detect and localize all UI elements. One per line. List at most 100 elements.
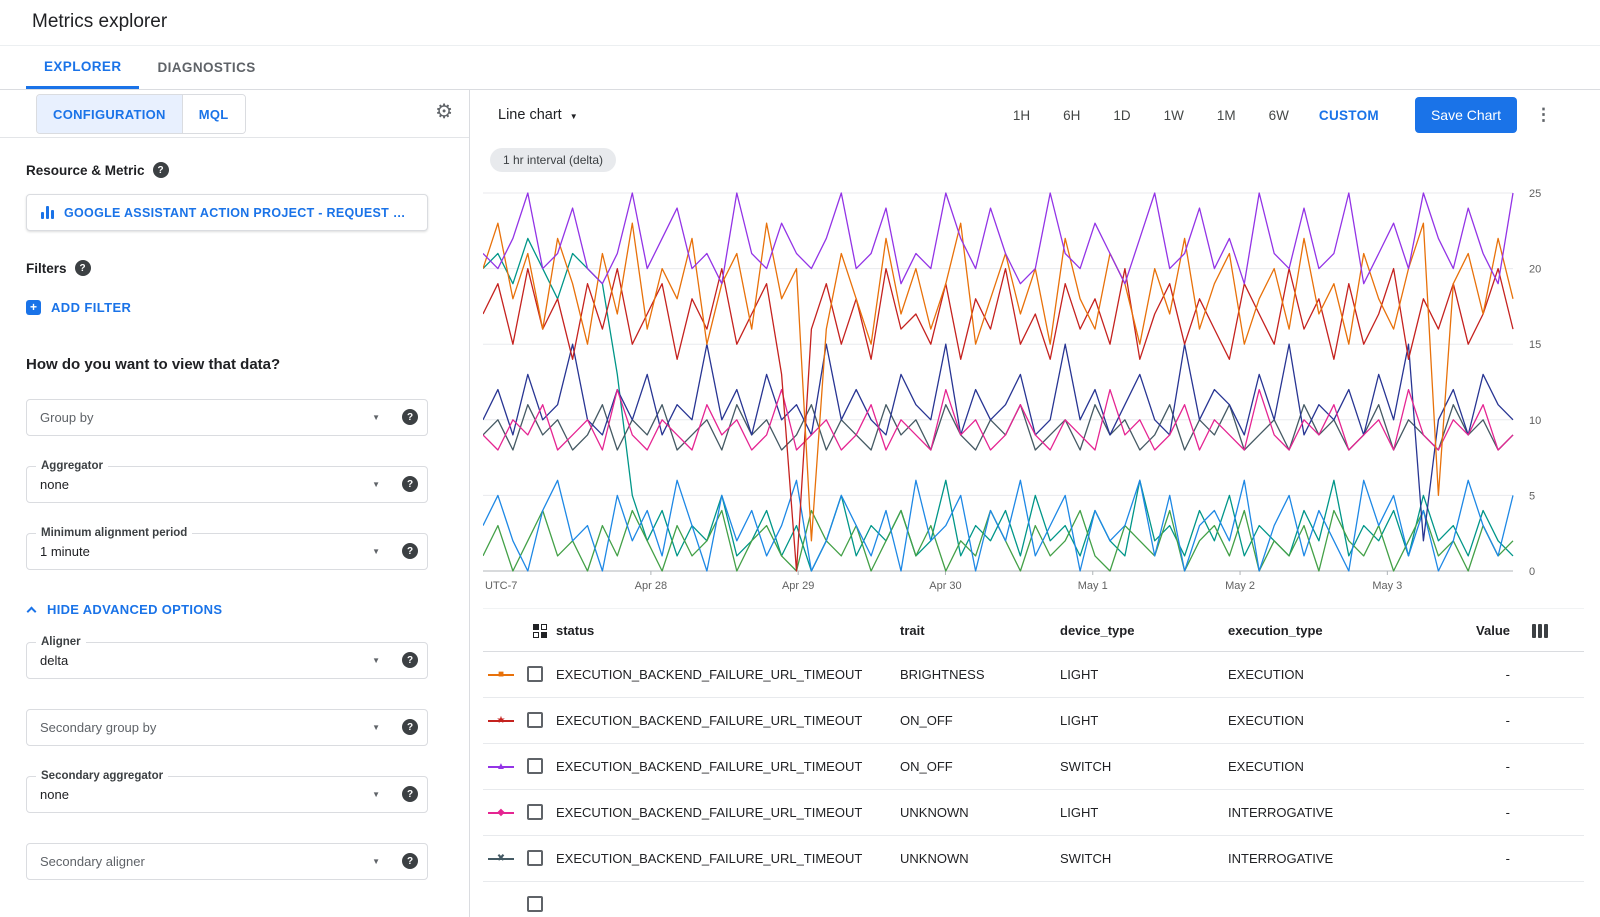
- svg-text:May 2: May 2: [1225, 580, 1255, 592]
- dropdown-arrow-icon: ▼: [372, 480, 380, 489]
- cell-value: -: [1506, 805, 1510, 820]
- row-checkbox[interactable]: [527, 850, 543, 866]
- custom-range-button[interactable]: CUSTOM: [1319, 108, 1379, 123]
- svg-text:20: 20: [1529, 264, 1541, 276]
- svg-text:UTC-7: UTC-7: [485, 580, 517, 592]
- bar-chart-icon: [41, 206, 54, 219]
- time-range-1h[interactable]: 1H: [1013, 108, 1030, 123]
- column-status: status: [556, 623, 594, 638]
- cell-execution-type: EXECUTION: [1228, 759, 1304, 774]
- resource-metric-button[interactable]: GOOGLE ASSISTANT ACTION PROJECT - REQUES…: [26, 194, 428, 231]
- table-row[interactable]: ▲EXECUTION_BACKEND_FAILURE_URL_TIMEOUTON…: [483, 744, 1584, 790]
- time-range-6w[interactable]: 6W: [1269, 108, 1289, 123]
- save-chart-button[interactable]: Save Chart: [1415, 97, 1517, 133]
- table-row[interactable]: ■ EXECUTION_BACKEND_FAILURE_URL_TIMEOUT BR…: [483, 652, 1584, 698]
- gear-icon[interactable]: ⚙: [435, 102, 453, 122]
- series-x-marker-icon: ✖: [488, 852, 514, 866]
- chart-canvas: 0510152025UTC-7Apr 28Apr 29Apr 30May 1Ma…: [483, 183, 1573, 598]
- table-row[interactable]: ★EXECUTION_BACKEND_FAILURE_URL_TIMEOUTON…: [483, 698, 1584, 744]
- row-checkbox[interactable]: [527, 758, 543, 774]
- cell-execution-type: INTERROGATIVE: [1228, 805, 1333, 820]
- dropdown-secondary-aggregator[interactable]: Secondary aggregatornone▼?: [26, 776, 428, 813]
- dropdown-secondary-group-by[interactable]: Secondary group by▼?: [26, 709, 428, 746]
- tab-configuration[interactable]: CONFIGURATION: [37, 95, 182, 133]
- field-placeholder: Secondary aligner: [40, 854, 145, 869]
- dropdown-aggregator[interactable]: Aggregatornone▼?: [26, 466, 428, 503]
- help-icon[interactable]: ?: [402, 543, 418, 559]
- time-range-1d[interactable]: 1D: [1113, 108, 1130, 123]
- field-placeholder: Group by: [40, 410, 93, 425]
- dropdown-secondary-aligner[interactable]: Secondary aligner▼?: [26, 843, 428, 880]
- chart-type-dropdown[interactable]: Line chart ▼: [498, 107, 578, 123]
- help-icon[interactable]: ?: [75, 260, 91, 276]
- svg-text:25: 25: [1529, 188, 1541, 200]
- tab-explorer[interactable]: EXPLORER: [26, 46, 139, 89]
- row-checkbox[interactable]: [527, 712, 543, 728]
- tab-diagnostics[interactable]: DIAGNOSTICS: [139, 46, 273, 89]
- fields-top: Group by▼?Aggregatornone▼?Minimum alignm…: [26, 399, 428, 570]
- add-filter-label: ADD FILTER: [51, 300, 131, 315]
- series-star-marker-icon: ★: [488, 714, 514, 728]
- field-label: Minimum alignment period: [36, 526, 192, 540]
- time-range-1w[interactable]: 1W: [1164, 108, 1184, 123]
- add-icon: +: [26, 300, 41, 315]
- dropdown-aligner[interactable]: Alignerdelta▼?: [26, 642, 428, 679]
- cell-status: EXECUTION_BACKEND_FAILURE_URL_TIMEOUT: [556, 667, 862, 682]
- table-row[interactable]: ◆EXECUTION_BACKEND_FAILURE_URL_TIMEOUTUN…: [483, 790, 1584, 836]
- chart-type-label: Line chart: [498, 107, 562, 123]
- cell-execution-type: INTERROGATIVE: [1228, 851, 1333, 866]
- help-icon[interactable]: ?: [402, 476, 418, 492]
- more-options-icon[interactable]: ⋮: [1535, 105, 1552, 125]
- cell-value: -: [1506, 759, 1510, 774]
- dropdown-arrow-icon: ▼: [372, 723, 380, 732]
- time-range-1m[interactable]: 1M: [1217, 108, 1236, 123]
- help-icon[interactable]: ?: [402, 652, 418, 668]
- panel-body: Resource & Metric ? GOOGLE ASSISTANT ACT…: [0, 138, 469, 917]
- table-body: ■ EXECUTION_BACKEND_FAILURE_URL_TIMEOUT BR…: [483, 652, 1584, 917]
- table-row-partial[interactable]: [483, 882, 1584, 917]
- dropdown-group-by[interactable]: Group by ▼?: [26, 399, 428, 436]
- field-value: 1 minute: [40, 544, 90, 559]
- cell-device-type: LIGHT: [1060, 667, 1098, 682]
- cell-status: EXECUTION_BACKEND_FAILURE_URL_TIMEOUT: [556, 805, 862, 820]
- cell-status: EXECUTION_BACKEND_FAILURE_URL_TIMEOUT: [556, 851, 862, 866]
- dropdown-arrow-icon: ▼: [372, 656, 380, 665]
- dropdown-arrow-icon: ▼: [372, 413, 380, 422]
- column-device-type: device_type: [1060, 623, 1134, 638]
- field-value: delta: [40, 653, 68, 668]
- series-triangle-marker-icon: ▲: [488, 760, 514, 774]
- configuration-panel: CONFIGURATION MQL ⚙ Resource & Metric ? …: [0, 90, 470, 917]
- row-checkbox[interactable]: [527, 896, 543, 912]
- add-filter-button[interactable]: + ADD FILTER: [26, 300, 131, 315]
- mode-toggle: CONFIGURATION MQL: [36, 94, 246, 134]
- column-settings-icon[interactable]: [1532, 624, 1548, 638]
- help-icon[interactable]: ?: [402, 853, 418, 869]
- chevron-down-icon: ▼: [570, 112, 578, 121]
- help-icon[interactable]: ?: [402, 719, 418, 735]
- mode-row: CONFIGURATION MQL ⚙: [0, 90, 469, 138]
- advanced-toggle-label: HIDE ADVANCED OPTIONS: [47, 602, 222, 617]
- row-checkbox[interactable]: [527, 804, 543, 820]
- help-icon[interactable]: ?: [402, 409, 418, 425]
- cell-trait: BRIGHTNESS: [900, 667, 985, 682]
- row-checkbox[interactable]: [527, 666, 543, 682]
- series-square-marker-icon: ■: [488, 668, 514, 682]
- help-icon[interactable]: ?: [402, 786, 418, 802]
- legend-toggle-icon[interactable]: [533, 624, 547, 638]
- svg-text:Apr 28: Apr 28: [635, 580, 667, 592]
- cell-trait: ON_OFF: [900, 713, 953, 728]
- dropdown-minimum-alignment-period[interactable]: Minimum alignment period1 minute▼?: [26, 533, 428, 570]
- svg-text:Apr 30: Apr 30: [929, 580, 961, 592]
- resource-metric-value: GOOGLE ASSISTANT ACTION PROJECT - REQUES…: [64, 206, 413, 220]
- help-icon[interactable]: ?: [153, 162, 169, 178]
- chevron-up-icon: [27, 606, 37, 616]
- svg-text:May 3: May 3: [1372, 580, 1402, 592]
- table-row[interactable]: ✖EXECUTION_BACKEND_FAILURE_URL_TIMEOUTUN…: [483, 836, 1584, 882]
- hide-advanced-options-toggle[interactable]: HIDE ADVANCED OPTIONS: [26, 600, 428, 618]
- filters-label: Filters ?: [26, 260, 91, 276]
- tab-mql[interactable]: MQL: [182, 95, 245, 133]
- cell-execution-type: EXECUTION: [1228, 667, 1304, 682]
- chart-toolbar: Line chart ▼ 1H 6H 1D 1W 1M 6W CUSTOM Save Ch…: [470, 90, 1600, 140]
- time-range-6h[interactable]: 6H: [1063, 108, 1080, 123]
- svg-text:15: 15: [1529, 339, 1541, 351]
